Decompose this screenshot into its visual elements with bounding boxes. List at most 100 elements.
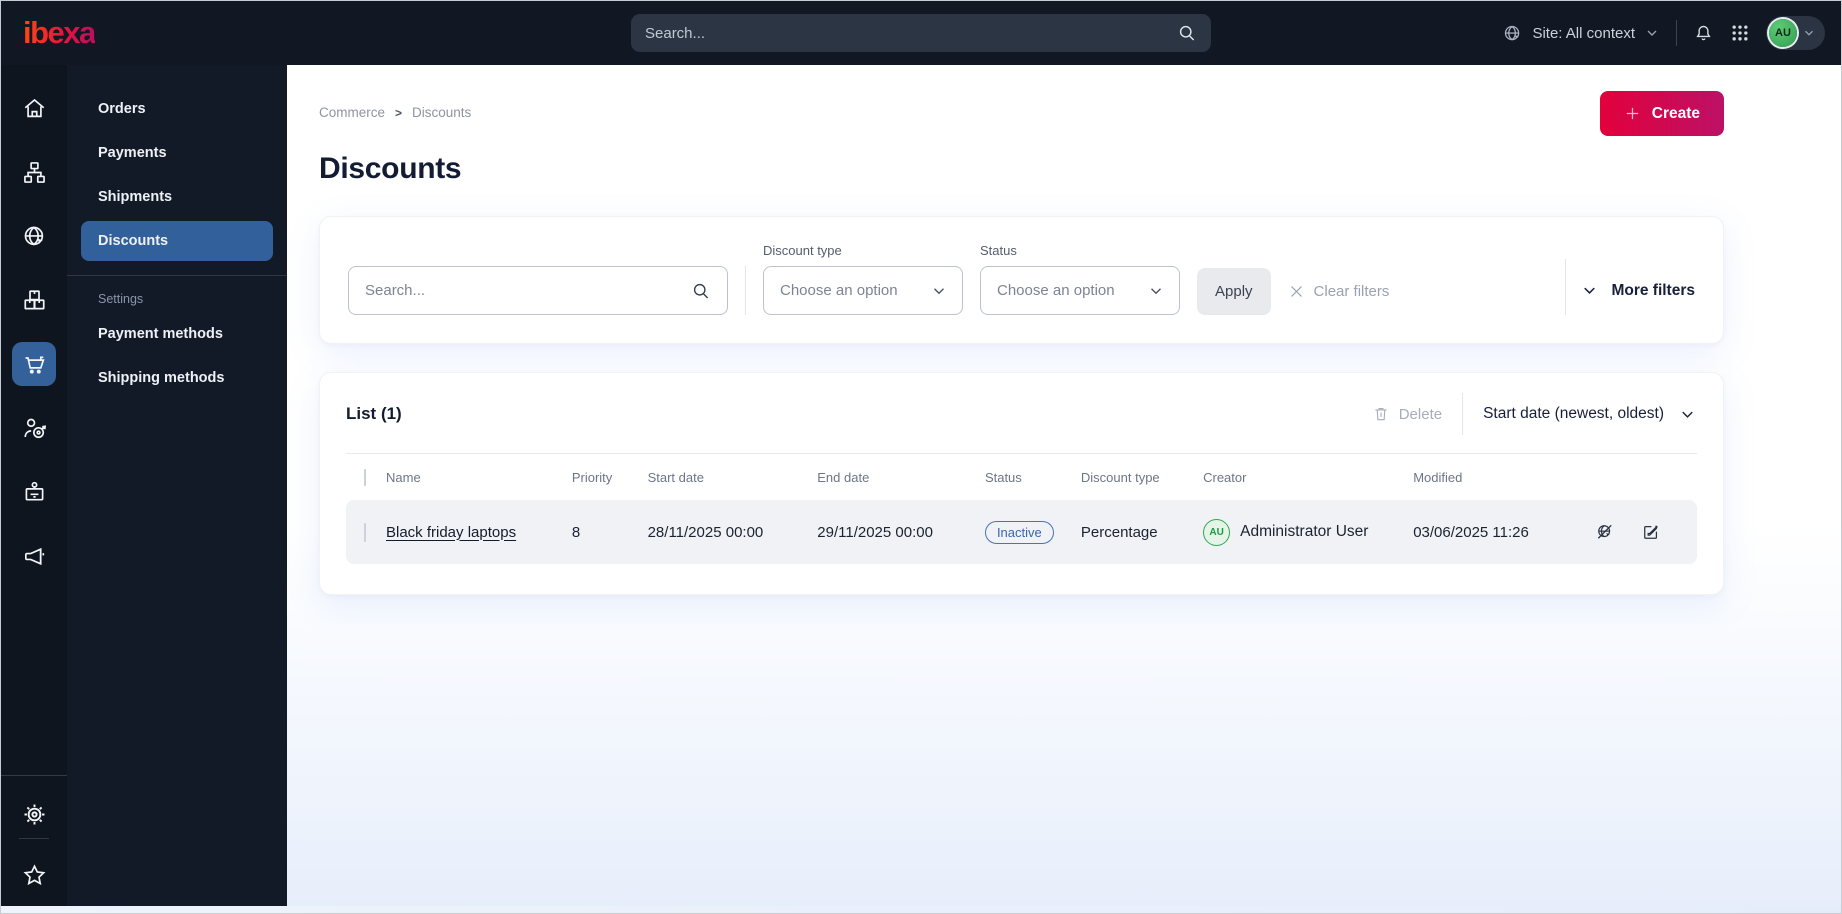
column-header-status: Status	[984, 469, 1022, 485]
menu-item-shipments[interactable]: Shipments	[81, 177, 273, 217]
preview-disabled-button[interactable]	[1595, 522, 1615, 542]
gear-icon	[21, 801, 48, 828]
ibexa-logo[interactable]: ibexa	[23, 15, 96, 51]
end-date-cell: 29/11/2025 00:00	[817, 523, 933, 541]
chevron-down-icon	[930, 282, 948, 300]
row-actions	[1595, 522, 1697, 542]
more-filters-button[interactable]: More filters	[1580, 281, 1695, 300]
rail-item-dashboard[interactable]	[12, 86, 56, 130]
menu-item-shipping-methods[interactable]: Shipping methods	[81, 358, 273, 398]
create-button[interactable]: Create	[1599, 91, 1724, 136]
rail-item-bookmarks[interactable]	[12, 853, 56, 897]
products-boxes-icon	[21, 287, 48, 314]
discount-type-select[interactable]: Choose an option	[763, 266, 963, 315]
rail-bottom	[1, 775, 67, 897]
filter-search-input[interactable]	[365, 282, 691, 299]
site-context-selector[interactable]: Site: All context	[1502, 23, 1660, 44]
discount-type-label: Discount type	[763, 243, 842, 258]
delete-button[interactable]: Delete	[1372, 405, 1442, 423]
status-badge: Inactive	[984, 520, 1054, 544]
clear-filters-button[interactable]: Clear filters	[1288, 268, 1389, 315]
menu-item-discounts[interactable]: Discounts	[81, 221, 273, 261]
filters-panel: Discount type Choose an option Status Ch…	[319, 216, 1724, 344]
icon-rail	[1, 65, 67, 906]
menu-item-payments[interactable]: Payments	[81, 133, 273, 173]
globe-cursor-icon	[1502, 23, 1523, 44]
cart-icon	[21, 351, 48, 378]
status-select[interactable]: Choose an option	[980, 266, 1180, 315]
modified-cell: 03/06/2025 11:26	[1413, 523, 1529, 541]
menu-section-settings: Settings	[98, 292, 144, 306]
app-grid-icon	[1730, 23, 1750, 43]
page-title: Discounts	[319, 152, 462, 185]
bell-icon	[1693, 23, 1714, 44]
apply-button[interactable]: Apply	[1197, 268, 1271, 315]
column-header-creator: Creator	[1203, 469, 1247, 485]
notifications-button[interactable]	[1693, 23, 1714, 44]
rail-divider	[19, 838, 49, 839]
row-checkbox[interactable]	[364, 522, 366, 542]
user-avatar: AU	[1769, 19, 1797, 47]
breadcrumb-discounts[interactable]: Discounts	[412, 105, 471, 120]
list-title: List (1)	[346, 404, 402, 423]
discount-type-cell: Percentage	[1080, 523, 1158, 541]
rail-item-site[interactable]	[12, 214, 56, 258]
trash-icon	[1372, 405, 1390, 423]
megaphone-icon	[21, 543, 48, 570]
start-date-cell: 28/11/2025 00:00	[647, 523, 764, 541]
customer-target-icon	[21, 415, 48, 442]
rail-item-marketing[interactable]	[12, 534, 56, 578]
table-header: Name Priority Start date End date Status…	[346, 454, 1697, 500]
menu-divider	[67, 275, 287, 276]
column-header-name: Name	[386, 469, 421, 485]
plus-icon	[1624, 105, 1641, 122]
site-context-label: Site: All context	[1532, 24, 1635, 42]
menu-item-payment-methods[interactable]: Payment methods	[81, 314, 273, 354]
global-search-input[interactable]	[645, 24, 1177, 42]
sort-selector[interactable]: Start date (newest, oldest)	[1483, 405, 1697, 424]
user-menu[interactable]: AU	[1766, 16, 1825, 50]
rail-item-products[interactable]	[12, 278, 56, 322]
chevron-down-icon	[1147, 282, 1165, 300]
chevron-down-icon	[1802, 26, 1816, 40]
edit-icon	[1641, 522, 1661, 542]
creator-name: Administrator User	[1240, 523, 1369, 540]
status-label: Status	[980, 243, 1017, 258]
breadcrumb: Commerce > Discounts	[319, 105, 471, 120]
edit-button[interactable]	[1641, 522, 1661, 542]
topbar: ibexa Site: All context	[1, 1, 1841, 65]
column-header-modified: Modified	[1413, 469, 1463, 485]
chevron-down-icon	[1644, 25, 1660, 41]
topbar-right: Site: All context AU	[1502, 16, 1841, 50]
breadcrumb-commerce[interactable]: Commerce	[319, 105, 385, 120]
rail-item-admin[interactable]	[12, 792, 56, 836]
discounts-list-panel: List (1) Delete Start date (newest, olde…	[319, 372, 1724, 595]
menu-item-orders[interactable]: Orders	[81, 89, 273, 129]
rail-item-customers[interactable]	[12, 406, 56, 450]
window-bottom-edge	[1, 906, 1841, 913]
star-icon	[21, 862, 48, 889]
discount-name-link[interactable]: Black friday laptops	[386, 524, 516, 541]
sitemap-icon	[21, 159, 48, 186]
column-header-discount-type: Discount type	[1080, 469, 1160, 485]
rail-item-commerce[interactable]	[12, 342, 56, 386]
filter-divider	[745, 266, 746, 315]
creator-avatar: AU	[1203, 518, 1231, 546]
globe-cursor-icon	[21, 223, 48, 250]
column-header-start-date: Start date	[647, 469, 704, 485]
app-window: ibexa Site: All context	[0, 0, 1842, 914]
rail-item-content[interactable]	[12, 150, 56, 194]
rail-item-corporate[interactable]	[12, 470, 56, 514]
select-all-checkbox[interactable]	[364, 468, 366, 486]
clear-x-icon	[1288, 283, 1305, 300]
priority-cell: 8	[571, 523, 581, 541]
breadcrumb-separator: >	[395, 105, 403, 120]
filter-divider	[1565, 259, 1567, 315]
search-icon	[1177, 23, 1197, 43]
app-switcher-button[interactable]	[1730, 23, 1750, 43]
filter-search[interactable]	[348, 266, 728, 315]
creator-cell: AU Administrator User	[1203, 518, 1413, 546]
global-search[interactable]	[631, 14, 1211, 52]
table-row: Black friday laptops 8 28/11/2025 00:00 …	[346, 500, 1697, 564]
rail-divider	[1, 775, 67, 776]
